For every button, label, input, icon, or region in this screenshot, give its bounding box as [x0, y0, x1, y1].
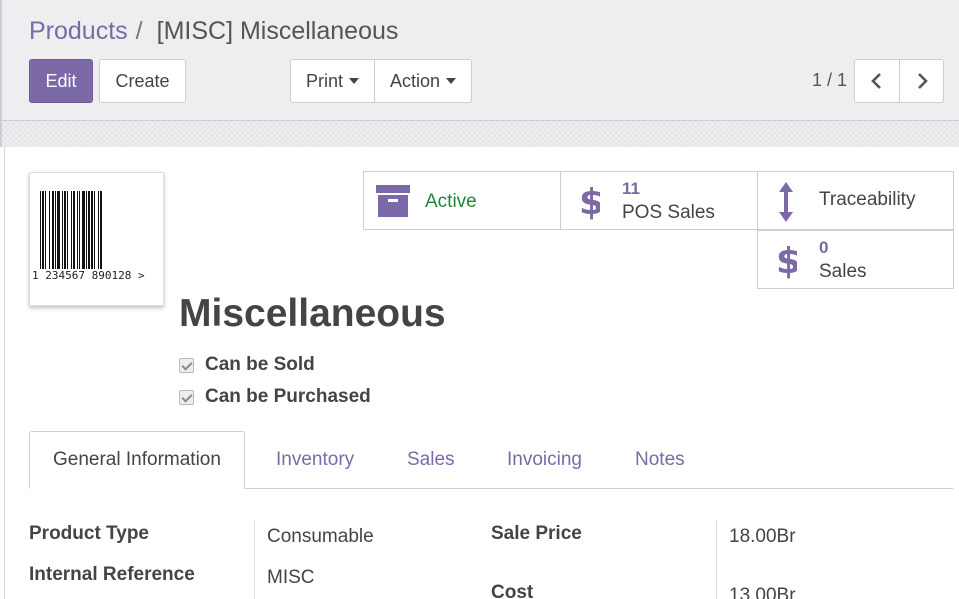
pos-sales-label: POS Sales	[622, 202, 715, 223]
caret-down-icon	[349, 78, 360, 84]
breadcrumb-products-link[interactable]: Products	[29, 17, 128, 45]
barcode-text: 1 234567 890128 >	[32, 269, 145, 282]
barcode-image: 1 234567 890128 >	[32, 191, 145, 282]
sales-count: 0	[819, 238, 829, 257]
internal-reference-value: MISC	[267, 567, 315, 588]
can-be-sold-checkbox[interactable]	[179, 357, 194, 373]
svg-text:$: $	[776, 241, 797, 280]
tab-notes[interactable]: Notes	[635, 431, 685, 489]
dollar-icon: $	[776, 241, 797, 280]
can-be-sold-row: Can be Sold	[179, 354, 315, 376]
can-be-purchased-row: Can be Purchased	[179, 386, 371, 408]
action-dropdown[interactable]: Action	[374, 60, 471, 102]
field-separator	[254, 520, 255, 599]
cost-value: 13.00Br	[729, 585, 796, 599]
print-label: Print	[306, 70, 344, 91]
sheet-background	[0, 121, 959, 147]
product-name[interactable]: Miscellaneous	[179, 292, 446, 336]
breadcrumb: Products / [MISC] Miscellaneous	[29, 17, 398, 46]
sales-button[interactable]: $ 0 Sales	[757, 230, 954, 289]
svg-text:$: $	[579, 182, 600, 221]
control-panel: Products / [MISC] Miscellaneous Edit Creat…	[0, 0, 959, 121]
pos-sales-button[interactable]: $ 11 POS Sales	[560, 171, 758, 230]
active-label: Active	[425, 191, 477, 212]
dollar-icon: $	[579, 182, 600, 221]
action-label: Action	[390, 70, 441, 91]
sale-price-value: 18.00Br	[729, 526, 796, 547]
edit-button[interactable]: Edit	[29, 59, 93, 103]
pager-next-button[interactable]	[899, 60, 943, 102]
chevron-right-icon	[917, 73, 928, 89]
can-be-purchased-label: Can be Purchased	[205, 386, 371, 407]
pos-sales-count: 11	[622, 179, 640, 198]
can-be-sold-label: Can be Sold	[205, 354, 315, 375]
product-type-value: Consumable	[267, 526, 374, 547]
arrows-vertical-icon	[779, 182, 793, 222]
pager-value[interactable]: 1 / 1	[812, 70, 847, 91]
chevron-left-icon	[871, 73, 881, 89]
tab-invoicing[interactable]: Invoicing	[507, 431, 582, 489]
breadcrumb-separator: /	[135, 17, 143, 45]
breadcrumb-current: [MISC] Miscellaneous	[156, 17, 399, 45]
field-separator	[716, 520, 717, 599]
tab-sales[interactable]: Sales	[407, 431, 455, 489]
internal-reference-label: Internal Reference	[29, 564, 195, 585]
pager-buttons	[854, 59, 944, 103]
tab-inventory[interactable]: Inventory	[276, 431, 354, 489]
traceability-button[interactable]: Traceability	[757, 171, 954, 230]
cost-label: Cost	[491, 582, 534, 599]
product-image[interactable]: 1 234567 890128 >	[29, 172, 164, 306]
archive-icon	[376, 185, 410, 217]
traceability-label: Traceability	[819, 189, 916, 210]
tab-general-information[interactable]: General Information	[29, 431, 245, 489]
create-button[interactable]: Create	[99, 59, 186, 103]
product-type-label: Product Type	[29, 523, 149, 544]
print-dropdown[interactable]: Print	[291, 60, 374, 102]
caret-down-icon	[446, 78, 457, 84]
can-be-purchased-checkbox[interactable]	[179, 389, 194, 405]
sales-label: Sales	[819, 261, 867, 282]
pager-previous-button[interactable]	[855, 60, 899, 102]
sale-price-label: Sale Price	[491, 523, 582, 544]
print-action-group: Print Action	[290, 59, 473, 103]
active-toggle-button[interactable]: Active	[363, 171, 561, 230]
